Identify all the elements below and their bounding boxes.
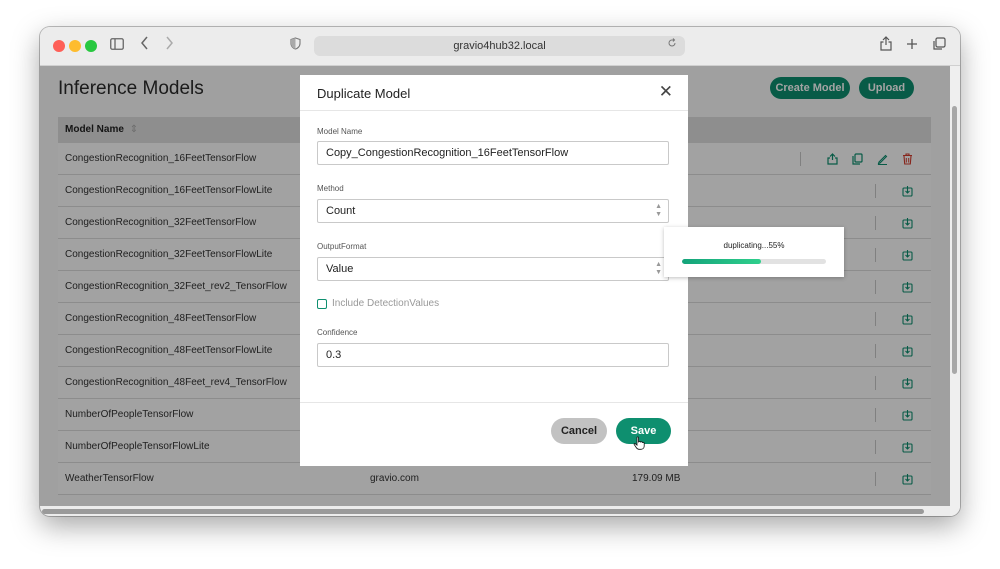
output-format-value: Value: [326, 263, 354, 275]
browser-titlebar: gravio4hub32.local: [40, 27, 960, 66]
method-label: Method: [317, 184, 344, 193]
address-bar[interactable]: gravio4hub32.local: [314, 36, 685, 56]
share-icon[interactable]: [880, 36, 892, 57]
shield-icon[interactable]: [290, 36, 301, 56]
dialog-title: Duplicate Model: [317, 86, 411, 101]
sidebar-icon[interactable]: [110, 36, 124, 56]
dialog-header: Duplicate Model ✕: [300, 75, 688, 111]
confidence-input[interactable]: 0.3: [317, 343, 669, 367]
browser-window: gravio4hub32.local Inference Models Crea…: [40, 27, 960, 516]
progress-bar: [682, 259, 826, 264]
confidence-label: Confidence: [317, 328, 358, 337]
include-detection-row[interactable]: Include DetectionValues: [317, 298, 439, 309]
close-icon[interactable]: ✕: [659, 83, 673, 101]
tab-overview-icon[interactable]: [933, 36, 946, 56]
new-tab-icon[interactable]: [906, 36, 918, 56]
vertical-scroll-thumb[interactable]: [952, 106, 957, 374]
progress-bar-fill: [682, 259, 762, 264]
progress-dialog: duplicating...55%: [664, 227, 844, 277]
progress-text: duplicating...55%: [723, 241, 785, 250]
close-window-button[interactable]: [53, 40, 65, 52]
include-detection-label: Include DetectionValues: [332, 298, 440, 309]
zoom-window-button[interactable]: [85, 40, 97, 52]
include-detection-checkbox[interactable]: [317, 298, 327, 309]
horizontal-scroll-thumb[interactable]: [42, 509, 924, 514]
horizontal-scrollbar[interactable]: [40, 506, 950, 516]
cancel-button[interactable]: Cancel: [551, 418, 607, 444]
method-select[interactable]: Count ▲ ▼: [317, 199, 669, 223]
method-value: Count: [326, 205, 356, 217]
minimize-window-button[interactable]: [69, 40, 81, 52]
model-name-label: Model Name: [317, 127, 363, 136]
forward-icon[interactable]: [165, 36, 174, 56]
vertical-scrollbar[interactable]: [950, 66, 960, 516]
hand-cursor-icon: [633, 436, 645, 450]
output-format-label: OutputFormat: [317, 242, 367, 251]
select-arrows-icon: ▲ ▼: [655, 203, 662, 218]
duplicate-model-dialog: Duplicate Model ✕ Model Name Copy_Conges…: [300, 75, 844, 467]
output-format-select[interactable]: Value ▲ ▼: [317, 257, 669, 281]
back-icon[interactable]: [140, 36, 149, 56]
address-text: gravio4hub32.local: [453, 40, 546, 52]
reload-icon[interactable]: [667, 36, 677, 56]
model-name-input[interactable]: Copy_CongestionRecognition_16FeetTensorF…: [317, 141, 669, 165]
select-arrows-icon: ▲ ▼: [655, 261, 662, 276]
dialog-footer: Cancel Save: [300, 402, 688, 467]
